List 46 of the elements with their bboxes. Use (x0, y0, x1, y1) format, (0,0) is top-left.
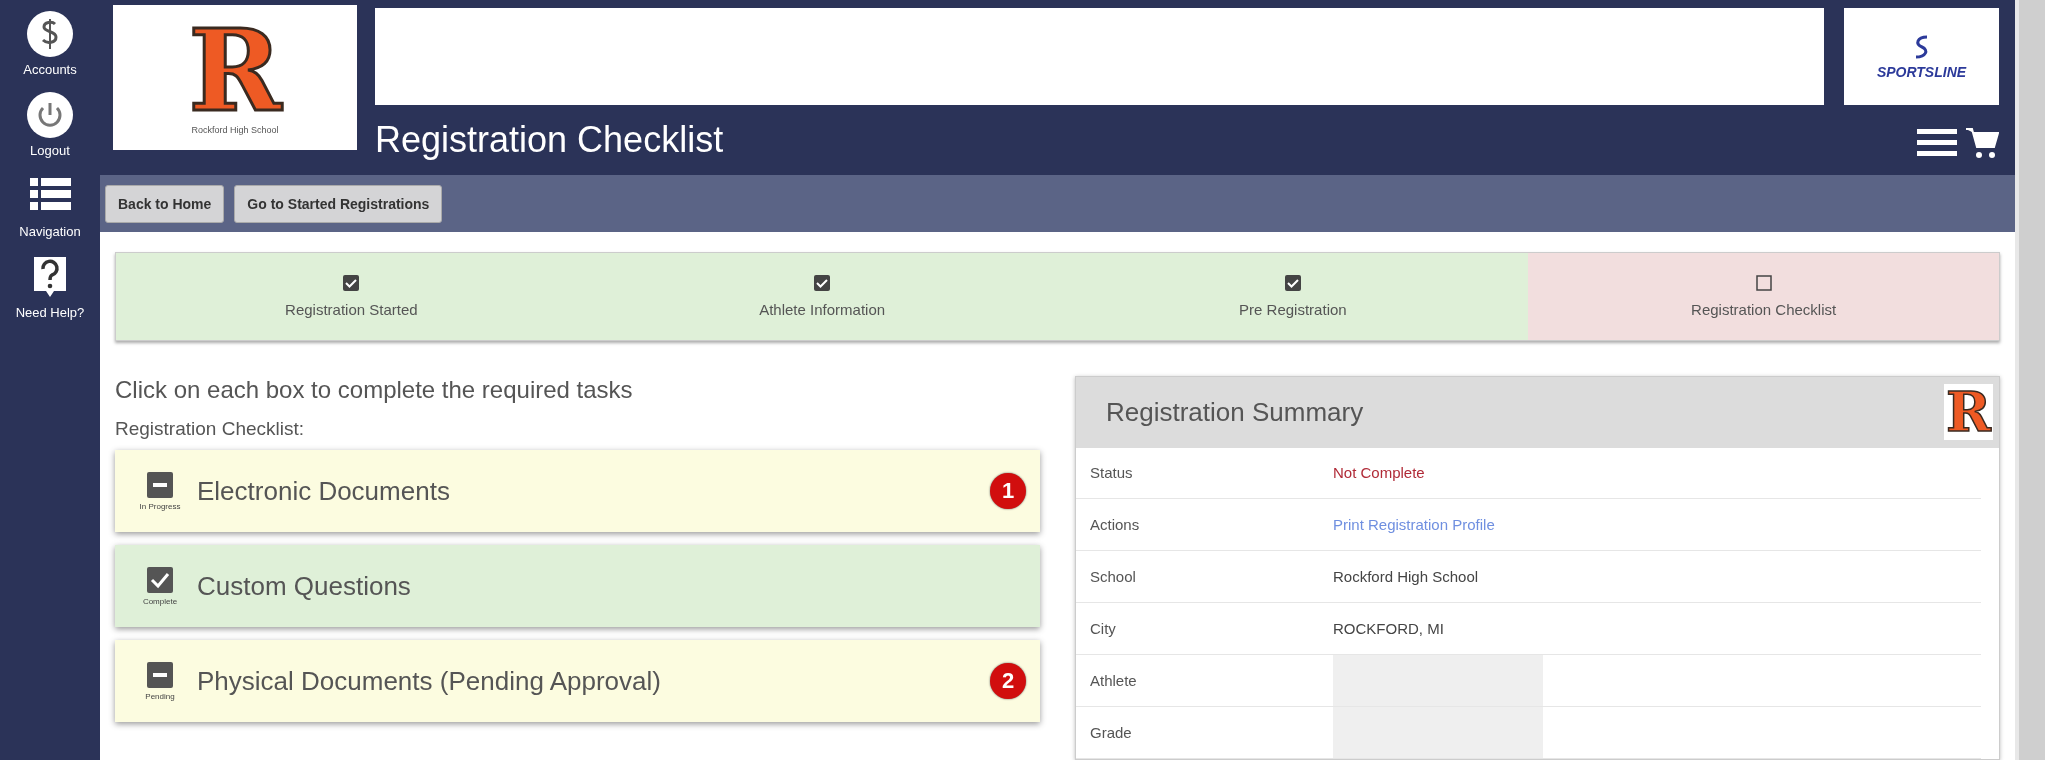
checklist-heading: Registration Checklist: (115, 418, 306, 440)
power-icon (26, 91, 74, 139)
step-label: Registration Started (285, 301, 418, 318)
field-label: Athlete (1089, 671, 1138, 692)
field-value: Rockford High School (1333, 567, 1479, 588)
count-badge: 2 (990, 663, 1026, 699)
step-label: Pre Registration (1239, 301, 1347, 318)
cart-icon[interactable] (1965, 126, 1999, 160)
field-label: School (1089, 567, 1137, 588)
item-title: Electronic Documents (197, 475, 451, 507)
nav-button[interactable]: Go to Started Registrations (234, 184, 443, 223)
count-badge: 1 (990, 473, 1026, 509)
sidebar-item[interactable]: Accounts (23, 10, 77, 77)
checklist-item[interactable]: Pending Physical Documents (Pending Approval) 2 (115, 640, 1040, 722)
status-label: Complete (142, 596, 178, 606)
dollar-coin-icon (26, 10, 74, 58)
school-logo: R (1944, 384, 1993, 441)
scrollbar[interactable] (2015, 0, 2045, 760)
status-value: Not Complete (1333, 463, 1425, 484)
sidebar-item[interactable]: Need Help? (15, 253, 85, 320)
field-label: Status (1089, 463, 1134, 484)
item-title: Physical Documents (Pending Approval) (197, 665, 662, 697)
checkbox-icon (147, 566, 173, 593)
minus-box-icon (147, 471, 173, 498)
minus-box-icon (147, 661, 173, 688)
panel-title: Registration Summary (1106, 396, 1365, 428)
status-label: Pending (145, 691, 175, 701)
page-title: Registration Checklist (375, 119, 725, 161)
status-label: In Progress (139, 501, 181, 511)
field-label: City (1089, 619, 1117, 640)
field-label: Actions (1089, 515, 1141, 536)
step-label: Athlete Information (759, 301, 886, 318)
checklist-item[interactable]: In Progress Electronic Documents 1 (115, 450, 1040, 532)
instructions: Click on each box to complete the required tasks (115, 376, 634, 404)
brand-name: SPORTSLINE (1876, 63, 1967, 80)
sidebar-item[interactable]: Logout (26, 91, 74, 158)
sidebar-item[interactable]: Navigation (19, 172, 81, 239)
field-label: Grade (1089, 723, 1133, 744)
logo-letter: R (188, 20, 282, 121)
step-label: Registration Checklist (1691, 301, 1837, 318)
nav-button[interactable]: Back to Home (105, 184, 225, 223)
checklist-item[interactable]: Complete Custom Questions (115, 545, 1040, 627)
field-value: ROCKFORD, MI (1333, 619, 1444, 640)
logo-caption: Rockford High School (191, 124, 279, 135)
item-title: Custom Questions (197, 570, 412, 602)
menu-icon[interactable] (1917, 127, 1957, 159)
